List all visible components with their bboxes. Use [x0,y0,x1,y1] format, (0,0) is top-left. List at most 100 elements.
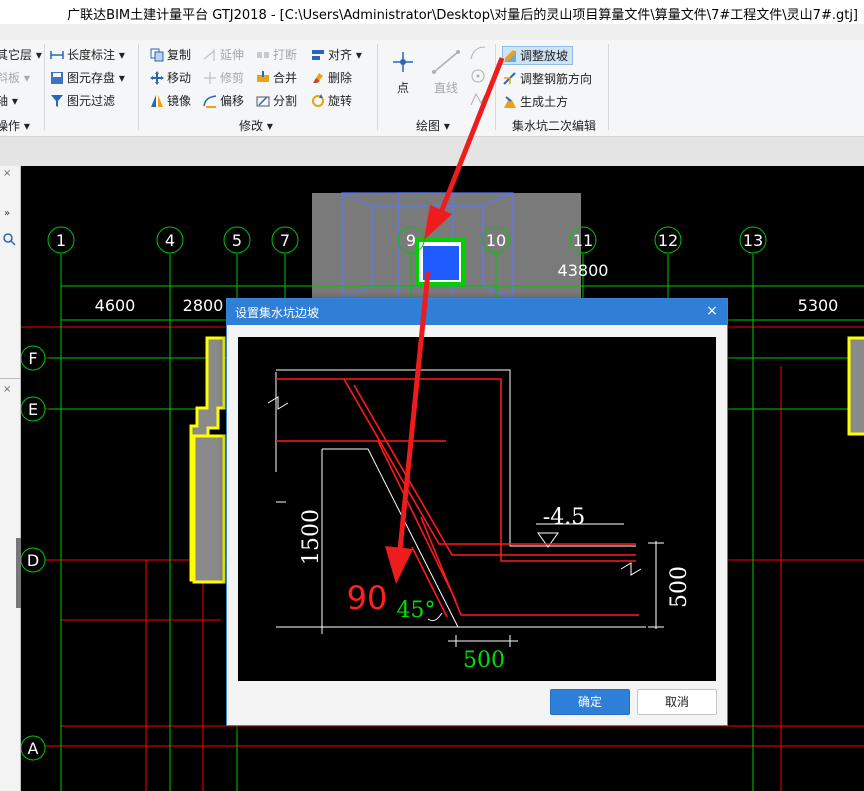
generate-earthwork-button[interactable]: 生成土方 [503,93,568,111]
dialog-title-bar[interactable]: 设置集水坑边坡 × [227,299,727,325]
element-save-label: 图元存盘 ▾ [67,71,125,85]
merge-button[interactable]: 合并 [256,69,297,87]
axis-bubbles-left: F E D A [21,345,46,761]
copy-button[interactable]: 复制 [150,46,191,64]
break-icon [257,52,269,58]
delete-label: 删除 [328,71,353,85]
axis-label: 11 [573,231,593,250]
rotate-button[interactable]: 旋转 [311,92,352,110]
panel-close-icon[interactable]: × [3,384,11,395]
other-layer-label: 其它层 ▾ [0,48,42,62]
other-layer-button[interactable]: 其它层 ▾ [0,46,42,64]
circle-icon [471,69,485,83]
axis-label: 4 [165,231,175,250]
polyline-tool-button[interactable] [468,90,488,108]
draw-group-label: 绘图 ▾ [416,119,450,133]
axis-bubble-top: 4 [156,226,184,254]
tab-strip [0,137,864,167]
point-button[interactable]: 点 [389,48,417,98]
offset-label: 偏移 [220,94,245,108]
trim-button[interactable]: 修剪 [203,69,244,87]
merge-label: 合并 [273,71,298,85]
group-separator [377,44,378,130]
dialog-title: 设置集水坑边坡 [235,306,320,320]
move-icon [150,71,164,85]
line-icon [432,50,460,74]
element-save-button[interactable]: 图元存盘 ▾ [50,69,125,87]
pit-selected[interactable] [423,246,459,280]
merge-icon [257,71,269,82]
axis-bubble-left: A [21,735,46,761]
group-separator [608,44,609,130]
move-button[interactable]: 移动 [150,69,191,87]
axis-bubble-top: 1 [47,226,75,254]
delete-button[interactable]: 删除 [311,69,352,87]
group-separator [138,44,139,130]
extend-button[interactable]: 延伸 [203,46,244,64]
slope-diagram[interactable]: 1500 -4.5 500 500 45° 90 [238,337,716,681]
adjust-rebar-direction-button[interactable]: 调整钢筋方向 [503,70,592,88]
dim-text: 2800 [183,296,224,315]
trim-label: 修剪 [220,71,245,85]
dialog-close-icon[interactable]: × [703,302,721,320]
axis-button[interactable]: 轴 ▾ [0,92,18,110]
split-label: 分割 [273,94,298,108]
copy-label: 复制 [167,48,192,62]
window-title: 广联达BIM土建计量平台 GTJ2018 - [C:\Users\Adminis… [67,8,858,23]
dim-text: 5300 [798,296,839,315]
arc-tool-button[interactable] [468,44,488,62]
title-bar: 广联达BIM土建计量平台 GTJ2018 - [C:\Users\Adminis… [0,0,864,24]
copy-icon [150,48,164,62]
offset-button[interactable]: 偏移 [203,92,244,110]
slope-slab-button[interactable]: 斜板 ▾ [0,69,30,87]
element-filter-label: 图元过滤 [67,94,116,108]
angle-label: 45° [397,598,436,623]
panel-close-icon[interactable]: × [3,168,11,179]
angle-value-annotation: 90 [347,579,388,617]
line-button[interactable]: 直线 [428,48,464,98]
mirror-label: 镜像 [167,94,192,108]
axis-label: 13 [743,231,763,250]
circle-tool-button[interactable] [468,67,488,85]
elevation-label: -4.5 [543,505,585,530]
axis-label: 7 [280,231,290,250]
slope-slab-label: 斜板 ▾ [0,71,30,85]
adjust-slope-button[interactable]: 调整放坡 [502,46,574,65]
break-button[interactable]: 打断 [256,46,297,64]
length-dimension-button[interactable]: 长度标注 ▾ [50,46,125,64]
mirror-icon [151,95,163,107]
group-separator [44,44,45,130]
left-dock-panel: × » × [0,166,21,791]
line-label: 直线 [433,81,458,95]
align-label: 对齐 ▾ [328,48,362,62]
axis-label: 5 [232,231,242,250]
align-button[interactable]: 对齐 ▾ [311,46,362,64]
rotate-icon [312,94,324,107]
panel-expand-icon[interactable]: » [4,208,10,219]
axis-label: D [27,551,39,570]
dim-text: 4600 [95,296,136,315]
cancel-button[interactable]: 取消 [637,689,717,715]
adjust-slope-label: 调整放坡 [520,48,569,63]
rotate-label: 旋转 [328,94,353,108]
extend-label: 延伸 [220,48,245,62]
arc-icon [470,46,486,60]
element-filter-button[interactable]: 图元过滤 [50,92,115,110]
panel-search-icon[interactable] [2,232,16,246]
panel-divider [0,378,20,379]
rebar-lines [276,378,639,618]
eraser-icon [313,73,323,83]
depth-label: 1500 [299,509,324,565]
split-button[interactable]: 分割 [256,92,297,110]
operation-group-label: 操作 ▾ [0,117,30,135]
ok-button[interactable]: 确定 [550,689,630,715]
earthwork-icon [504,96,516,108]
axis-label: 10 [486,231,506,250]
split-icon [256,96,270,107]
break-label: 打断 [273,48,298,62]
axis-bubble-left: E [21,396,46,422]
mirror-button[interactable]: 镜像 [150,92,191,110]
axis-bubble-left: D [21,547,46,573]
generate-earthwork-label: 生成土方 [520,95,569,109]
operation-label: 操作 ▾ [0,119,30,133]
